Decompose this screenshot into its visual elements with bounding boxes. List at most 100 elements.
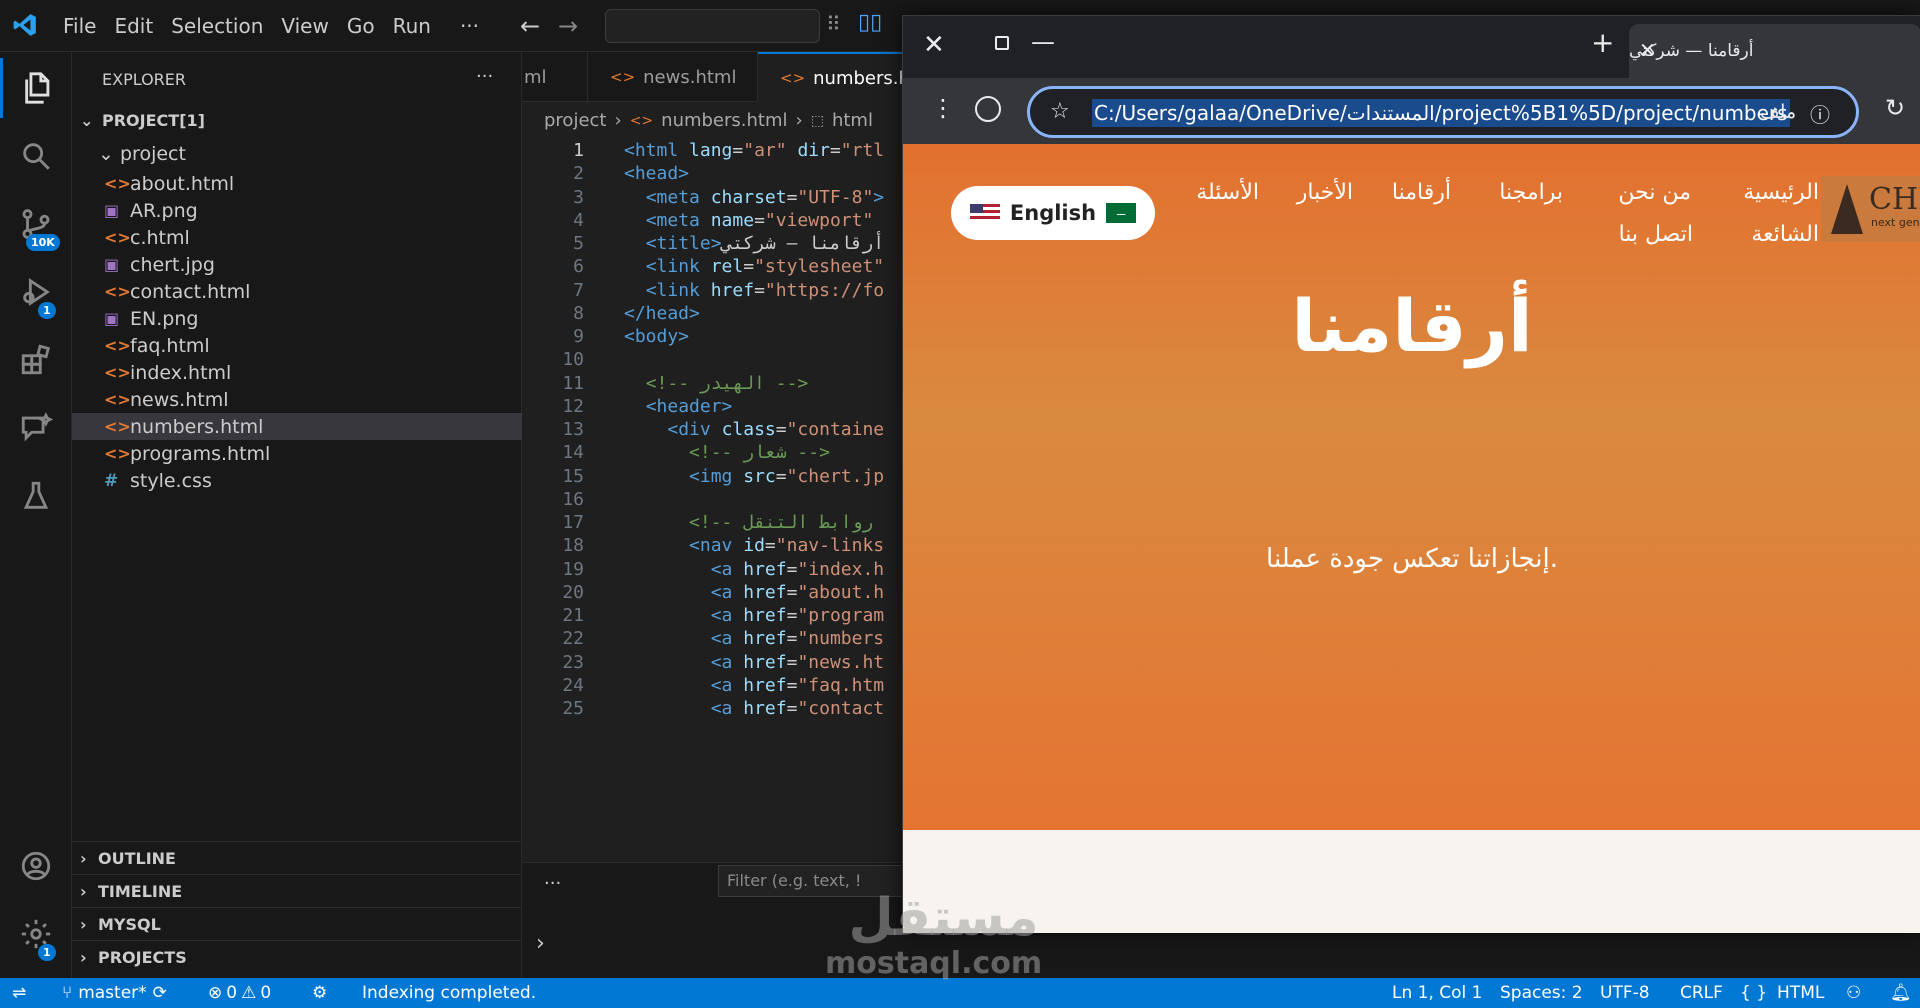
back-arrow-icon[interactable]: ←: [520, 12, 540, 40]
code-line: <!-- الهيدر -->: [645, 372, 809, 394]
chat-activity[interactable]: [0, 398, 72, 458]
code-line: <a href="contact: [710, 698, 885, 719]
kebab-menu-icon[interactable]: ⋮: [931, 94, 955, 122]
file-item[interactable]: <> programs.html: [72, 440, 522, 467]
nav-programs[interactable]: برامجنا: [1499, 180, 1563, 205]
file-item[interactable]: <> faq.html: [72, 332, 522, 359]
menu-more[interactable]: ···: [440, 14, 488, 38]
code-view[interactable]: 1 <html lang="ar" dir="rtl 2 <head> 3 <meta …: [522, 140, 902, 915]
file-item[interactable]: ▣ chert.jpg: [72, 251, 522, 278]
file-item[interactable]: ▣ AR.png: [72, 197, 522, 224]
nav-news[interactable]: الأخبار: [1297, 180, 1353, 205]
close-window-icon[interactable]: ✕: [923, 30, 945, 60]
notifications-icon[interactable]: 🔔︎: [1890, 978, 1912, 1008]
watermark: مستقل mostaql.com: [825, 892, 1042, 987]
breadcrumb-element[interactable]: html: [832, 110, 873, 131]
manage-activity[interactable]: 1: [0, 904, 72, 964]
minimize-icon[interactable]: —: [1031, 28, 1055, 56]
language-toggle-button[interactable]: English ـــ: [951, 186, 1155, 240]
web-page: CHE next gen الرئيسية من نحن برامجنا أرق…: [903, 144, 1920, 933]
nav-numbers[interactable]: أرقامنا: [1392, 180, 1451, 205]
extensions-icon: [21, 344, 51, 375]
line-number: 16: [562, 488, 584, 510]
file-item[interactable]: <> index.html: [72, 359, 522, 386]
projects-section[interactable]: › PROJECTS: [72, 940, 522, 973]
copilot-icon[interactable]: ⚇: [1846, 978, 1861, 1008]
image-file-icon: ▣: [104, 255, 120, 274]
timeline-section[interactable]: › TIMELINE: [72, 874, 522, 907]
address-bar[interactable]: ☆ C:/Users/galaa/OneDrive/المستندات/proj…: [1027, 86, 1859, 138]
info-icon[interactable]: ⓘ: [1810, 99, 1830, 128]
extensions-activity[interactable]: [0, 330, 72, 390]
forward-arrow-icon[interactable]: →: [558, 12, 578, 40]
drag-handle-icon[interactable]: ⠿: [826, 12, 841, 36]
testing-activity[interactable]: [0, 466, 72, 526]
nav-faq[interactable]: الأسئلة: [1196, 180, 1259, 205]
outline-section[interactable]: › OUTLINE: [72, 841, 522, 874]
close-tab-icon[interactable]: ✕: [1639, 38, 1656, 62]
code-line: <a href="news.ht: [710, 651, 885, 673]
maximize-icon[interactable]: [995, 36, 1009, 50]
menu-file[interactable]: File: [54, 14, 105, 38]
chevron-right-icon: ›: [80, 914, 87, 934]
breadcrumb-file[interactable]: numbers.html: [661, 110, 787, 131]
nav-contact[interactable]: اتصل بنا: [1619, 222, 1693, 247]
tab-partial[interactable]: ml: [522, 52, 588, 102]
html-file-icon: <>: [629, 112, 654, 129]
accounts-activity[interactable]: [0, 836, 72, 896]
encoding[interactable]: UTF-8: [1600, 978, 1650, 1008]
mysql-section[interactable]: › MYSQL: [72, 907, 522, 940]
html-file-icon: <>: [104, 228, 131, 247]
project-root[interactable]: ⌄ PROJECT[1]: [72, 104, 522, 137]
nav-home[interactable]: الرئيسية: [1743, 180, 1819, 205]
menu-edit[interactable]: Edit: [105, 14, 162, 38]
folder-project[interactable]: ⌄ project: [72, 137, 522, 170]
line-endings[interactable]: CRLF: [1680, 978, 1723, 1008]
file-item[interactable]: # style.css: [72, 467, 522, 494]
element-icon: ⬚: [810, 112, 824, 129]
breadcrumb: project › <> numbers.html › ⬚ html: [544, 110, 873, 131]
cursor-position[interactable]: Ln 1, Col 1: [1392, 978, 1483, 1008]
nav-about[interactable]: من نحن: [1618, 180, 1691, 205]
file-item[interactable]: <> numbers.html: [72, 413, 522, 440]
panel-more-button[interactable]: ···: [544, 873, 561, 894]
breadcrumb-folder[interactable]: project: [544, 110, 606, 131]
site-logo[interactable]: CHE next gen: [1821, 176, 1920, 242]
layout-toggle-icon[interactable]: ▯▯: [858, 10, 882, 35]
file-item[interactable]: <> news.html: [72, 386, 522, 413]
terminal-prompt-icon: ›: [536, 931, 545, 956]
language-mode[interactable]: { } HTML: [1740, 978, 1824, 1008]
explorer-activity[interactable]: [0, 58, 72, 118]
problems-indicator[interactable]: ⊗ 0 ⚠ 0: [208, 978, 271, 1008]
run-debug-activity[interactable]: 1: [0, 262, 72, 322]
reload-icon[interactable]: ↻: [1885, 94, 1905, 122]
file-item[interactable]: <> c.html: [72, 224, 522, 251]
star-icon[interactable]: ☆: [1050, 99, 1070, 124]
file-item[interactable]: <> about.html: [72, 170, 522, 197]
menu-view[interactable]: View: [272, 14, 337, 38]
explorer-more-button[interactable]: ···: [476, 66, 493, 87]
line-number: 25: [562, 698, 584, 719]
file-name: programs.html: [130, 442, 271, 465]
search-activity[interactable]: [0, 126, 72, 186]
indentation[interactable]: Spaces: 2: [1500, 978, 1583, 1008]
file-item[interactable]: ▣ EN.png: [72, 305, 522, 332]
profile-icon[interactable]: [975, 96, 1001, 122]
command-center[interactable]: [605, 9, 820, 43]
branch-indicator[interactable]: ⑂ master* ⟳: [62, 978, 167, 1008]
new-tab-icon[interactable]: +: [1591, 26, 1614, 59]
debug-status-icon[interactable]: ⚙: [312, 978, 327, 1008]
code-line: <meta name="viewport": [645, 209, 874, 231]
line-number: 19: [562, 558, 584, 580]
menu-go[interactable]: Go: [338, 14, 384, 38]
file-item[interactable]: <> contact.html: [72, 278, 522, 305]
line-number: 11: [562, 372, 584, 394]
nav-faq-cont[interactable]: الشائعة: [1751, 222, 1819, 247]
menu-run[interactable]: Run: [384, 14, 440, 38]
tab-label: ml: [524, 66, 547, 88]
source-control-activity[interactable]: 10K: [0, 194, 72, 254]
tab-news[interactable]: <> news.html: [588, 52, 758, 102]
menu-selection[interactable]: Selection: [162, 14, 272, 38]
browser-tab[interactable]: أرقامنا — شركتي ✕: [1629, 24, 1920, 78]
remote-icon[interactable]: ⇌: [12, 978, 26, 1008]
